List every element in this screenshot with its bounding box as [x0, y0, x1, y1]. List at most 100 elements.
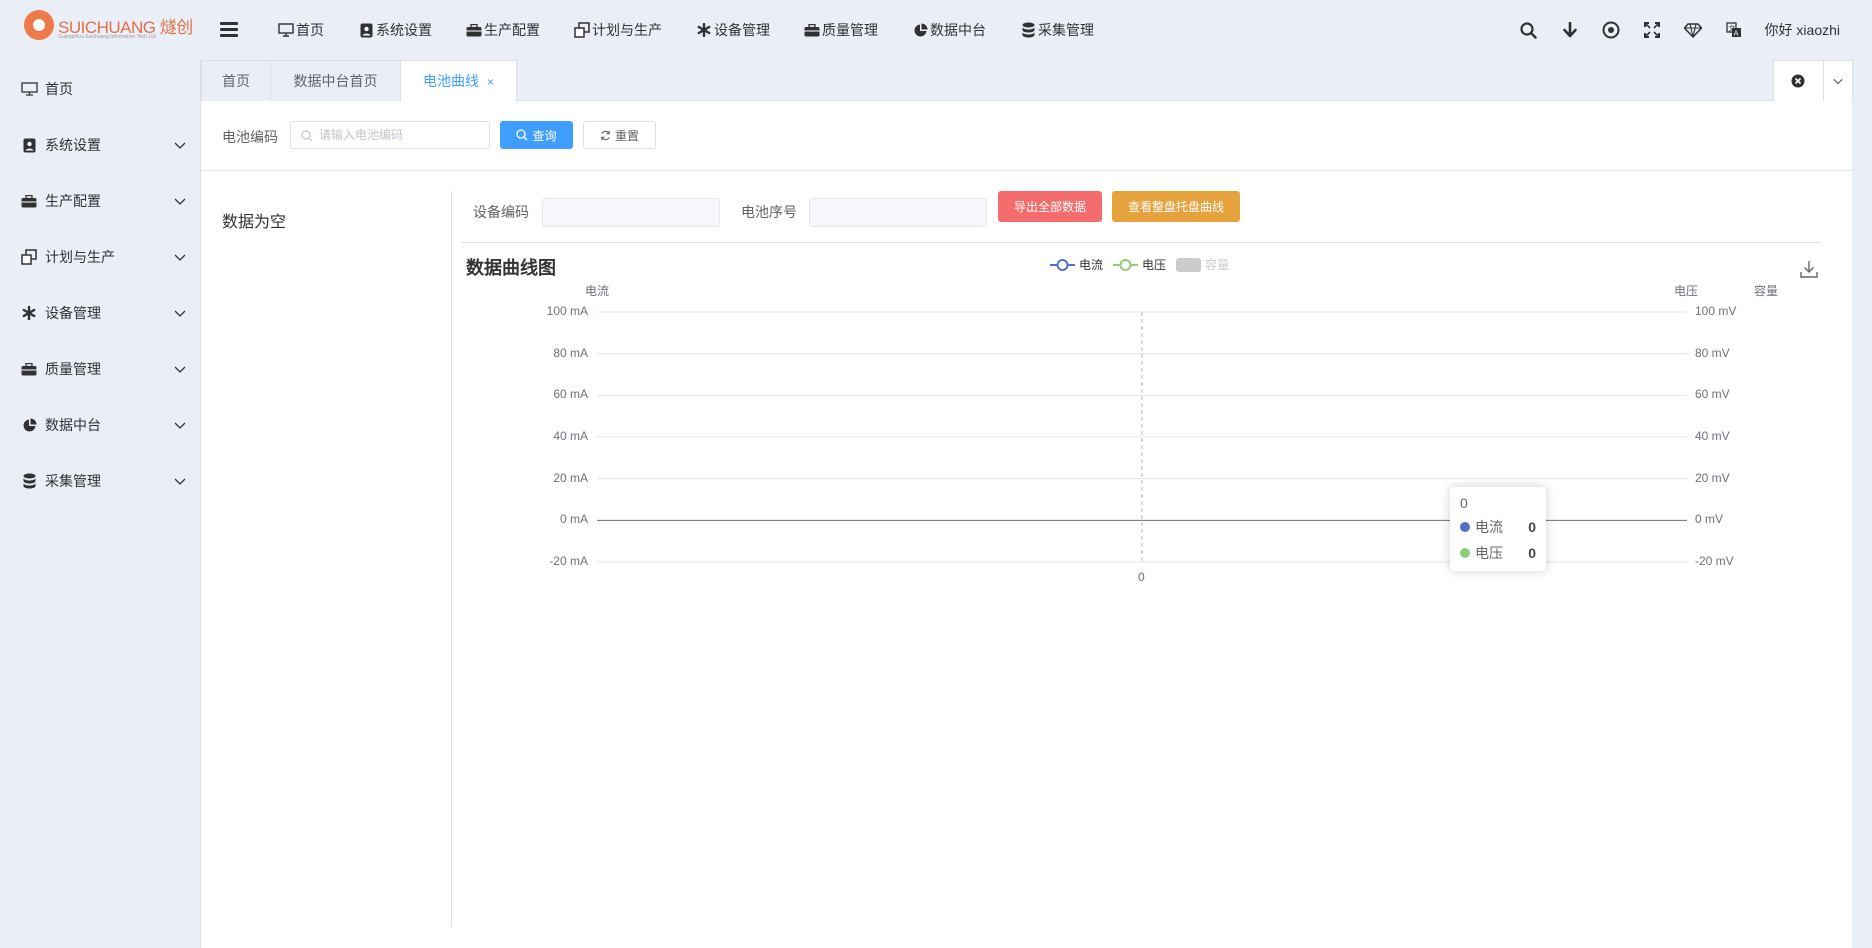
fullscreen-icon[interactable] [1642, 20, 1662, 40]
search-icon[interactable] [1519, 20, 1539, 40]
sidebar-item-label: 首页 [45, 81, 73, 97]
monitor-icon [20, 80, 38, 98]
topnav-item-system[interactable]: 系统设置 [358, 20, 432, 40]
filter-divider [461, 242, 1821, 243]
asterisk-icon [696, 22, 712, 38]
tooltip-series-value: 0 [1528, 519, 1536, 535]
top-nav: 首页 系统设置 生产配置 计划与生产 设备管理 质量管理 数据中台 采集管理 [278, 0, 1128, 60]
sidebar-item-label: 系统设置 [45, 137, 101, 153]
topnav-item-planning[interactable]: 计划与生产 [574, 20, 662, 40]
tab-label: 电池曲线 [422, 73, 479, 89]
topnav-item-quality[interactable]: 质量管理 [804, 20, 878, 40]
legend-marker-voltage [1113, 258, 1139, 271]
chevron-down-icon [174, 310, 186, 317]
sidebar-item-home[interactable]: 首页 [0, 61, 200, 117]
brand-logo[interactable]: SUICHUANG 燧创 Guangzhou Suichuang Informa… [24, 10, 193, 44]
y-right2-axis-name: 容量 [1754, 284, 1779, 298]
tab-home[interactable]: 首页 [201, 60, 271, 101]
legend-item-capacity[interactable]: 容量 [1176, 256, 1229, 273]
legend-marker-current [1050, 258, 1075, 271]
empty-data-text: 数据为空 [222, 214, 287, 231]
sidebar-item-production-config[interactable]: 生产配置 [0, 173, 200, 229]
battery-code-placeholder: 请输入电池编码 [319, 128, 404, 142]
battery-seq-input[interactable] [809, 198, 987, 227]
briefcase-icon [466, 22, 482, 38]
tooltip-header: 0 [1460, 495, 1468, 511]
windows-icon [574, 22, 590, 38]
sidebar-item-equipment[interactable]: 设备管理 [0, 285, 200, 341]
sidebar-item-data-center[interactable]: 数据中台 [0, 397, 200, 453]
reset-button[interactable]: 重置 [583, 121, 656, 149]
battery-code-input[interactable]: 请输入电池编码 [290, 121, 490, 149]
sidebar-item-quality[interactable]: 质量管理 [0, 341, 200, 397]
tab-label: 首页 [222, 73, 250, 89]
topnav-item-equipment[interactable]: 设备管理 [696, 20, 770, 40]
sidebar-item-label: 设备管理 [45, 305, 101, 321]
legend-label: 电流 [1079, 258, 1104, 272]
user-greeting[interactable]: 你好 xiaozhi [1765, 20, 1840, 40]
tooltip-series-name: 电压 [1475, 545, 1503, 561]
topnav-item-home[interactable]: 首页 [278, 20, 324, 40]
chevron-down-icon [1833, 78, 1843, 85]
language-icon[interactable]: 文A [1724, 20, 1744, 40]
search-form: 电池编码 请输入电池编码 查询 重置 [201, 101, 1853, 171]
chevron-down-icon [174, 142, 186, 149]
tooltip-row: 电流 0 [1460, 517, 1536, 537]
topnav-item-collection[interactable]: 采集管理 [1020, 20, 1094, 40]
tabs-bar: 首页 数据中台首页 电池曲线 × [201, 60, 1853, 102]
sidebar: 首页 系统设置 生产配置 计划与生产 设备管理 质量管理 数据中台 采集管理 [0, 60, 200, 948]
sidebar-item-label: 生产配置 [45, 193, 101, 209]
tab-data-center-home[interactable]: 数据中台首页 [270, 60, 401, 101]
sidebar-item-planning[interactable]: 计划与生产 [0, 229, 200, 285]
tab-label: 数据中台首页 [293, 73, 378, 89]
view-tray-curve-button[interactable]: 查看整盘托盘曲线 [1112, 191, 1240, 222]
topnav-label: 数据中台 [930, 22, 986, 38]
export-all-label: 导出全部数据 [1013, 200, 1086, 214]
y-right-tick-label: 60 mV [1695, 387, 1730, 402]
menu-toggle-icon[interactable] [220, 22, 238, 38]
briefcase-icon [20, 360, 38, 378]
sidebar-item-label: 采集管理 [45, 473, 101, 489]
target-icon[interactable] [1601, 20, 1621, 40]
sidebar-item-system[interactable]: 系统设置 [0, 117, 200, 173]
y-right-tick-label: 100 mV [1695, 304, 1737, 318]
chart-legend: 电流 电压 容量 [1050, 256, 1239, 273]
y-left-tick-label: -20 mA [549, 554, 588, 568]
pie-chart-icon [912, 22, 928, 38]
legend-item-voltage[interactable]: 电压 [1113, 256, 1166, 273]
save-image-icon[interactable] [1800, 260, 1818, 278]
topnav-label: 采集管理 [1038, 22, 1094, 38]
top-bar: SUICHUANG 燧创 Guangzhou Suichuang Informa… [0, 0, 1872, 60]
topnav-label: 生产配置 [484, 22, 540, 38]
database-icon [1020, 22, 1036, 38]
main-content: 首页 数据中台首页 电池曲线 × 电池编码 请输入电池编码 查询 重置 数据为空 … [200, 60, 1853, 948]
tab-close-icon[interactable]: × [487, 75, 494, 89]
view-tray-curve-label: 查看整盘托盘曲线 [1127, 200, 1224, 214]
sidebar-item-collection[interactable]: 采集管理 [0, 453, 200, 509]
legend-item-current[interactable]: 电流 [1050, 256, 1103, 273]
svg-text:A: A [1733, 30, 1738, 38]
windows-icon [20, 248, 38, 266]
tab-dropdown-button[interactable] [1822, 61, 1852, 101]
topnav-item-data-center[interactable]: 数据中台 [912, 20, 986, 40]
y-left-tick-label: 80 mA [553, 345, 588, 360]
query-button[interactable]: 查询 [500, 121, 573, 149]
topnav-item-production-config[interactable]: 生产配置 [466, 20, 540, 40]
tab-battery-curve[interactable]: 电池曲线 × [400, 60, 517, 102]
sidebar-item-label: 计划与生产 [45, 249, 115, 265]
tooltip-row: 电压 0 [1460, 543, 1536, 563]
device-code-input[interactable] [542, 198, 720, 227]
y-right-tick-label: 0 mV [1695, 512, 1724, 527]
close-tabs-button[interactable] [1774, 61, 1823, 101]
y-left-tick-label: 100 mA [546, 304, 588, 318]
brand-subtitle: Guangzhou Suichuang Information Tech Ltd [58, 34, 156, 40]
query-button-label: 查询 [532, 128, 557, 143]
tooltip-series-name: 电流 [1475, 519, 1503, 535]
y-right-tick-label: -20 mV [1695, 554, 1734, 568]
diamond-icon[interactable] [1683, 20, 1703, 40]
y-right-tick-label: 80 mV [1695, 345, 1730, 360]
y-left-tick-label: 0 mA [559, 512, 588, 527]
user-badge-icon [20, 136, 38, 154]
export-all-button[interactable]: 导出全部数据 [998, 191, 1102, 222]
download-arrow-icon[interactable] [1560, 20, 1580, 40]
